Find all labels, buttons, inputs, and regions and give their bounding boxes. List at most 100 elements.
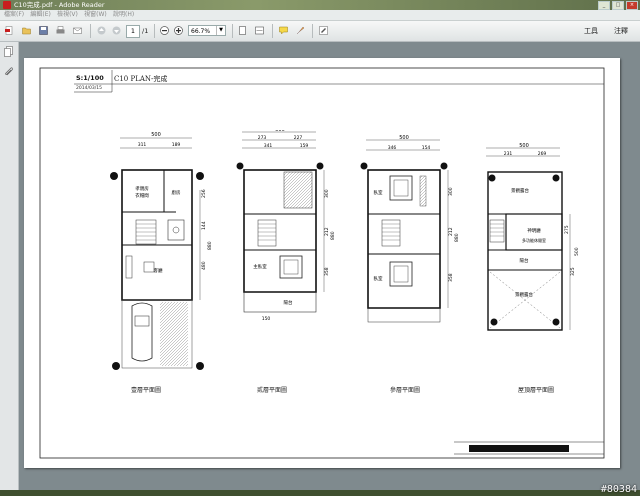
fit-width-icon [255,26,264,35]
dim-label: 273 [258,135,267,141]
sign-button[interactable] [317,24,331,37]
menu-help[interactable]: 說明(H) [113,10,134,20]
room-label: 景觀露台 [511,187,529,194]
floor-1-label: 壹層平面圖 [131,387,162,394]
create-pdf-button[interactable] [3,24,17,37]
close-button[interactable]: × [626,1,638,10]
scale-label: S:1/100 [76,74,104,82]
dim-label: 300 [448,187,454,196]
zoom-in-button[interactable] [172,24,184,37]
zoom-in-icon [174,26,183,35]
dim-label: 500 [151,132,161,138]
print-icon [56,26,65,34]
save-button[interactable] [37,24,51,37]
room-label: 臥室 [374,275,383,282]
menu-edit[interactable]: 編輯(E) [30,10,50,20]
dim-label: 159 [300,143,309,149]
chevron-down-icon: ▼ [216,26,225,35]
dim-label: 212 [448,227,454,236]
floor-plan-1: 500 311 189 孝親房 衣帽間 廚房 客廳 256 144 480 88… [110,132,213,370]
dim-label: 256 [201,189,207,198]
highlight-button[interactable] [294,24,308,37]
room-label: 神明廳 [527,227,541,234]
tools-pane-button[interactable]: 工具 [584,26,598,36]
room-label: 衣帽間 [135,192,149,199]
dim-label: 325 [570,267,576,276]
open-button[interactable] [20,24,34,37]
maximize-button[interactable]: □ [612,1,624,10]
zoom-out-icon [160,26,169,35]
watermark: #80384 [600,484,637,495]
save-icon [39,26,48,35]
room-label: 陽台 [520,257,529,264]
floor-plan-3: 500 346 154 臥室 臥室 300 212 880 358 [360,135,460,323]
print-button[interactable] [54,24,68,37]
menu-bar: 檔案(F) 編輯(E) 檢視(V) 視窗(W) 說明(H) [0,10,640,21]
page-thumbnails-icon[interactable] [4,46,14,57]
dim-label: 480 [201,261,207,270]
room-label: 臥室 [374,189,383,196]
floor-plan-2: 500 273 227 341 159 主臥室 陽台 300 212 880 3… [236,130,336,322]
navigation-panel [0,42,19,490]
room-label: 客廳 [154,267,163,274]
sign-icon [319,26,328,35]
dim-label: 154 [422,145,431,151]
dim-label: 189 [172,142,181,148]
dim-label: 341 [264,143,273,149]
zoom-out-button[interactable] [158,24,170,37]
plan-title: C10 PLAN-完成 [114,75,168,83]
dim-label: 880 [454,233,460,242]
dim-label: 346 [388,145,397,151]
window-title: C10完成.pdf - Adobe Reader [14,1,105,9]
date-label: 2014/03/15 [76,86,102,91]
floor-plan-roof: 500 231 269 景觀露台 神明廳 多功能休閒室 陽台 景觀露台 275 … [486,143,580,331]
menu-view[interactable]: 檢視(V) [57,10,78,20]
floor-3-label: 參層平面圖 [390,387,421,394]
page-total: /1 [142,27,149,35]
dim-label: 144 [201,221,207,230]
title-bar: C10完成.pdf - Adobe Reader _ □ × [0,0,640,10]
next-page-button[interactable] [110,24,122,37]
fit-page-icon [239,26,246,35]
dim-label: 212 [324,227,330,236]
dim-label: 150 [262,316,271,322]
dim-label: 500 [399,135,409,141]
dim-label: 227 [294,135,303,141]
next-page-icon [112,26,121,35]
highlight-icon [296,26,305,35]
floor-2-label: 貳層平面圖 [257,387,288,394]
menu-file[interactable]: 檔案(F) [4,10,24,20]
room-label: 景觀露台 [515,291,533,298]
zoom-select[interactable]: 66.7% ▼ [188,25,226,36]
email-icon [73,27,82,34]
room-label: 主臥室 [253,263,267,270]
room-label: 孝親房 [135,185,149,192]
page-number-input[interactable]: 1 [126,25,140,38]
dim-label: 500 [275,130,285,133]
menu-window[interactable]: 視窗(W) [84,10,107,20]
dim-label: 880 [330,231,336,240]
attachment-icon[interactable] [4,66,14,77]
fit-width-button[interactable] [253,24,267,37]
room-label: 廚房 [172,189,181,196]
create-pdf-icon [5,26,13,35]
comment-pane-button[interactable]: 注釋 [614,26,628,36]
toolbar: 1 /1 66.7% ▼ 工具 注釋 [0,21,640,42]
prev-page-button[interactable] [95,24,107,37]
dim-label: 231 [504,151,513,157]
comment-button[interactable] [277,24,291,37]
adobe-reader-icon [3,1,11,9]
floor-roof-label: 屋頂層平面圖 [518,387,555,394]
email-button[interactable] [71,24,85,37]
minimize-button[interactable]: _ [598,1,610,10]
zoom-value: 66.7% [191,28,211,35]
room-label: 多功能休閒室 [522,237,546,243]
room-label: 陽台 [284,299,293,306]
dim-label: 300 [324,189,330,198]
fit-page-button[interactable] [236,24,250,37]
dim-label: 358 [448,273,454,282]
dim-label: 275 [564,225,570,234]
dim-label: 500 [574,247,580,256]
pdf-page: S:1/100 2014/03/15 C10 PLAN-完成 500 311 1… [24,58,620,468]
prev-page-icon [97,26,106,35]
